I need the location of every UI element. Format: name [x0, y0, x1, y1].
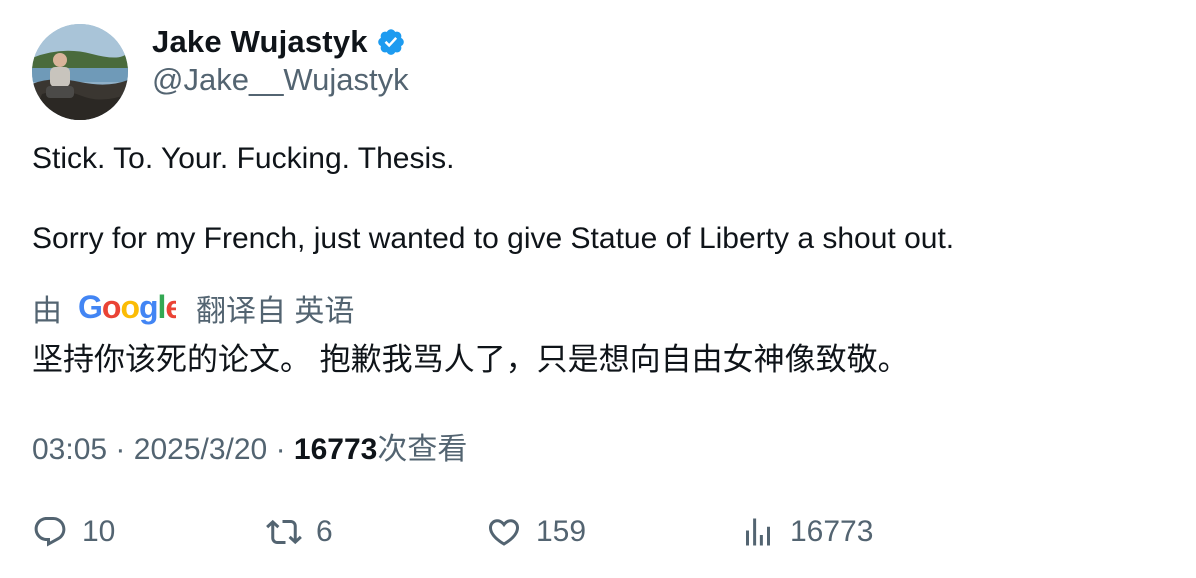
translation-attribution: 由 Google 翻译自 英语	[32, 288, 354, 328]
retweet-icon	[266, 519, 302, 545]
avatar[interactable]	[32, 24, 128, 120]
view-count: 16773	[293, 433, 378, 466]
translated-text: 坚持你该死的论文。 抱歉我骂人了，只是想向自由女神像致敬。	[32, 342, 909, 377]
verified-badge-icon[interactable]	[376, 27, 406, 57]
translation-prefix: 由	[32, 295, 62, 328]
retweet-count: 6	[316, 515, 333, 548]
like-count: 159	[536, 515, 587, 548]
tweet-time[interactable]: 03:05	[32, 433, 107, 466]
author-name[interactable]: Jake Wujastyk	[152, 24, 368, 60]
reply-icon	[34, 517, 66, 547]
views-button[interactable]: 16773	[740, 510, 873, 554]
like-button[interactable]: 159	[486, 510, 586, 554]
author-handle[interactable]: @Jake__Wujastyk	[152, 62, 409, 98]
meta-separator: ·	[115, 433, 126, 466]
profile-photo-icon	[32, 24, 128, 120]
analytics-icon	[746, 518, 770, 546]
translation-suffix[interactable]: 翻译自 英语	[196, 286, 354, 330]
reply-count: 10	[82, 515, 116, 548]
views-count: 16773	[790, 515, 874, 548]
svg-text:Google: Google	[78, 290, 176, 325]
heart-icon	[488, 519, 520, 546]
tweet-text-line-1: Stick. To. Your. Fucking. Thesis.	[32, 142, 455, 175]
tweet-meta: 03:05 · 2025/3/20 · 16773次查看	[32, 424, 467, 468]
action-bar: 10 6 159 16773	[0, 510, 1196, 554]
google-logo-icon: Google	[78, 289, 183, 326]
retweet-button[interactable]: 6	[266, 510, 333, 554]
reply-button[interactable]: 10	[32, 510, 115, 554]
tweet-text-line-2: Sorry for my French, just wanted to give…	[32, 222, 955, 255]
author-name-row: Jake Wujastyk	[152, 22, 406, 62]
view-count-label: 次查看	[377, 433, 468, 466]
tweet-date[interactable]: 2025/3/20	[134, 433, 267, 466]
meta-separator: ·	[275, 433, 286, 466]
